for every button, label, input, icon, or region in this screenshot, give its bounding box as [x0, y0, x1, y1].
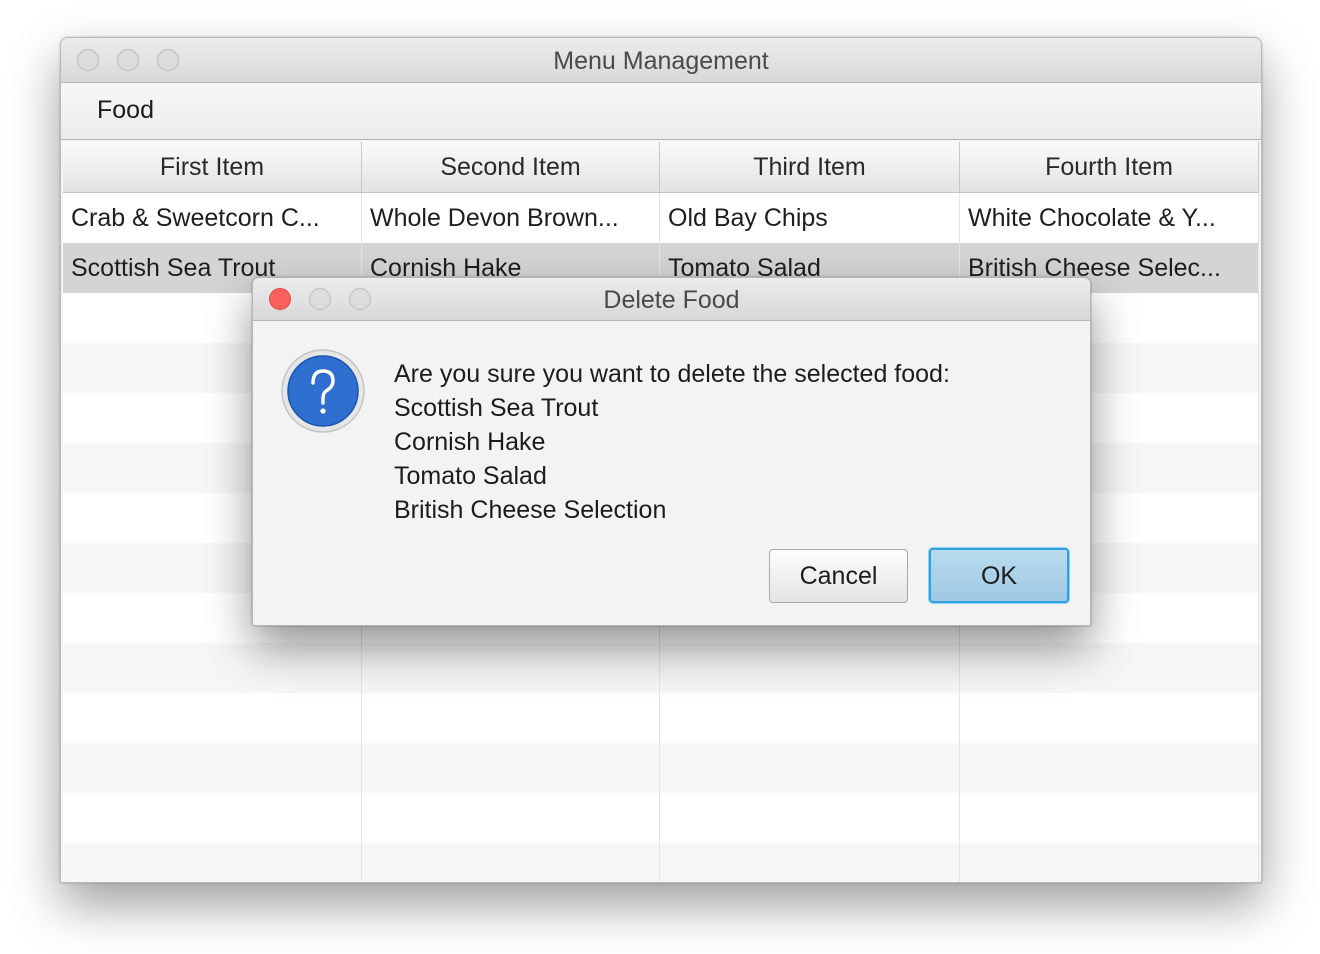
table-row-empty[interactable] [63, 793, 1259, 843]
table-cell: Crab & Sweetcorn C... [63, 193, 362, 243]
table-cell: Old Bay Chips [660, 193, 960, 243]
table-cell: White Chocolate & Y... [960, 193, 1259, 243]
dialog-message: Are you sure you want to delete the sele… [394, 357, 950, 527]
dialog-title: Delete Food [603, 286, 740, 314]
dialog-titlebar[interactable]: Delete Food [253, 278, 1090, 321]
column-header-fourth-item[interactable]: Fourth Item [960, 142, 1259, 192]
table-cell: Whole Devon Brown... [362, 193, 660, 243]
table-row-empty[interactable] [63, 743, 1259, 793]
menubar: Food [61, 83, 1261, 140]
table-row-empty[interactable] [63, 693, 1259, 743]
menu-food[interactable]: Food [97, 96, 154, 125]
dialog-message-prompt: Are you sure you want to delete the sele… [394, 360, 950, 388]
window-title: Menu Management [553, 47, 769, 75]
ok-button[interactable]: OK [929, 548, 1069, 603]
dialog-message-item: British Cheese Selection [394, 496, 667, 524]
question-icon [281, 349, 365, 433]
column-header-first-item[interactable]: First Item [63, 142, 362, 192]
table-row-empty[interactable] [63, 643, 1259, 693]
dialog-message-item: Tomato Salad [394, 462, 547, 490]
dialog-message-item: Cornish Hake [394, 428, 546, 456]
column-header-second-item[interactable]: Second Item [362, 142, 660, 192]
main-titlebar[interactable]: Menu Management [61, 38, 1261, 83]
table-header: First Item Second Item Third Item Fourth… [63, 142, 1259, 193]
dialog-message-item: Scottish Sea Trout [394, 394, 599, 422]
cancel-button[interactable]: Cancel [769, 549, 908, 603]
table-row[interactable]: Crab & Sweetcorn C... Whole Devon Brown.… [63, 193, 1259, 243]
table-row-empty[interactable] [63, 843, 1259, 882]
delete-food-dialog: Delete Food Are you sure you want to del… [252, 277, 1091, 626]
column-header-third-item[interactable]: Third Item [660, 142, 960, 192]
